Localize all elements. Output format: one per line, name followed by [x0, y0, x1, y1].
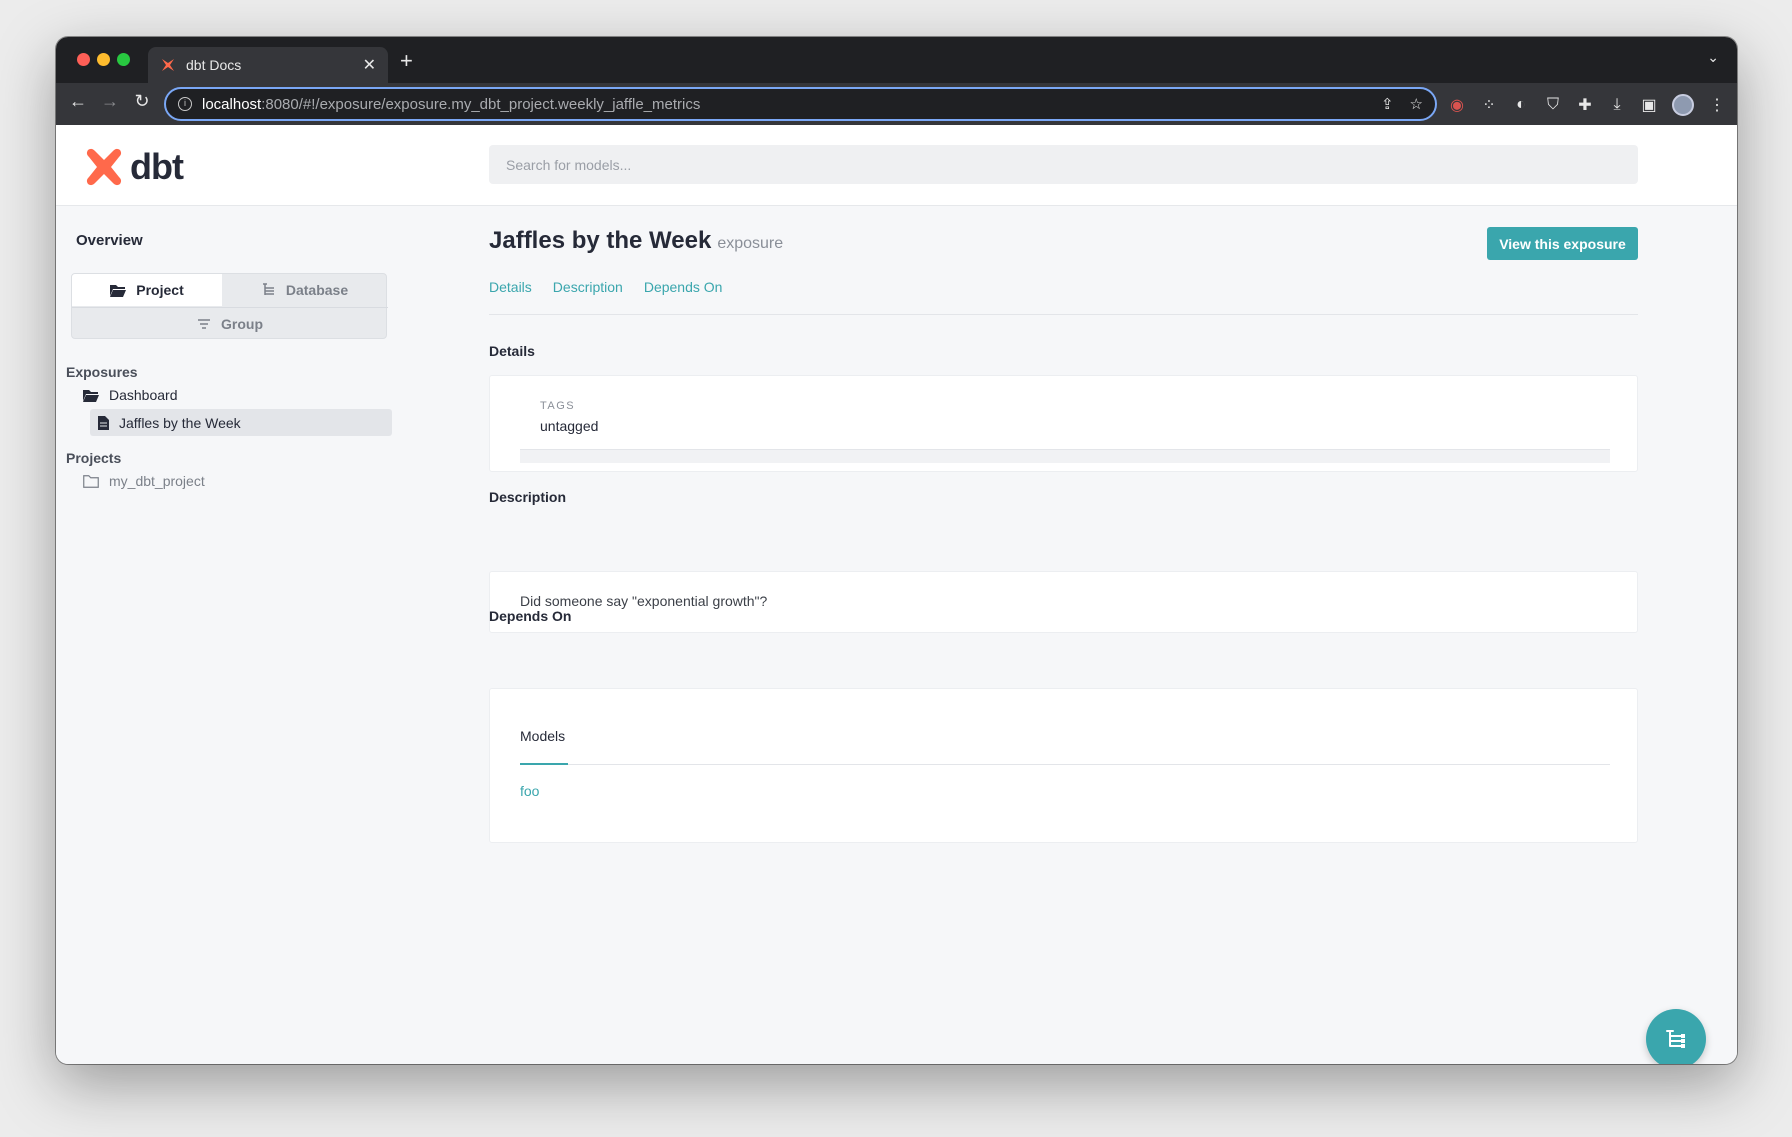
description-heading: Description — [489, 489, 567, 505]
shield-extension-icon[interactable]: ⛉ — [1544, 96, 1562, 114]
lineage-graph-button[interactable] — [1646, 1009, 1706, 1064]
close-window-button[interactable] — [77, 53, 90, 66]
url-host: localhost — [202, 95, 262, 113]
lineage-tree-icon — [1666, 1030, 1685, 1048]
sidepanel-icon[interactable]: ▣ — [1640, 95, 1658, 115]
exposures-heading: Exposures — [66, 364, 138, 380]
sidebar: Overview Project Database Group Exposure… — [56, 206, 456, 1064]
tab-list-chevron-icon[interactable]: ⌄ — [1707, 49, 1719, 66]
description-card: Did someone say "exponential growth"? — [489, 571, 1638, 633]
model-link-foo[interactable]: foo — [520, 783, 539, 799]
tree-icon — [262, 283, 274, 295]
logo-text: dbt — [130, 146, 184, 187]
page-title-row: Jaffles by the Week exposure — [489, 227, 783, 255]
dbt-favicon-icon — [162, 59, 174, 71]
resource-type: exposure — [717, 235, 784, 252]
tab-underline — [520, 764, 1610, 765]
anchor-details[interactable]: Details — [489, 279, 532, 295]
profile-avatar[interactable] — [1672, 94, 1694, 116]
tab-title: dbt Docs — [186, 57, 242, 73]
extensions-area: ◉ ⁘ ◐ ⛉ ✚ ⤓ ▣ ⋮ — [1448, 94, 1726, 116]
section-anchors: Details Description Depends On — [489, 279, 722, 295]
translate-extension-icon[interactable]: ◐ — [1512, 96, 1530, 114]
file-icon — [98, 415, 109, 430]
folder-open-icon — [110, 284, 127, 297]
database-view-button[interactable]: Database — [222, 274, 388, 306]
browser-menu-icon[interactable]: ⋮ — [1708, 95, 1726, 115]
maximize-window-button[interactable] — [117, 53, 130, 66]
browser-tab[interactable]: dbt Docs ✕ — [148, 47, 388, 83]
tree-item-jaffles-by-the-week[interactable]: Jaffles by the Week — [90, 409, 392, 436]
minimize-window-button[interactable] — [97, 53, 110, 66]
tree-folder-label: my_dbt_project — [109, 473, 205, 489]
url-path: :8080/#!/exposure/exposure.my_dbt_projec… — [261, 95, 701, 113]
details-card: TAGS untagged — [489, 375, 1638, 472]
tab-active-indicator — [520, 763, 568, 765]
depends-on-heading: Depends On — [489, 608, 572, 624]
details-footer-bar — [520, 449, 1610, 463]
anchor-description[interactable]: Description — [553, 279, 623, 295]
project-view-label: Project — [136, 282, 184, 298]
details-heading: Details — [489, 343, 535, 359]
bookmark-star-icon[interactable]: ☆ — [1410, 95, 1423, 113]
ublock-extension-icon[interactable]: ◉ — [1448, 95, 1466, 115]
close-tab-icon[interactable]: ✕ — [363, 55, 376, 75]
folder-open-icon — [83, 389, 99, 402]
tags-label: TAGS — [540, 400, 576, 412]
view-switcher: Project Database Group — [71, 273, 388, 339]
tab-strip: dbt Docs ✕ + ⌄ — [56, 37, 1737, 83]
anchor-depends-on[interactable]: Depends On — [644, 279, 723, 295]
tree-folder-dashboard[interactable]: Dashboard — [83, 387, 178, 403]
address-bar[interactable]: i localhost:8080/#!/exposure/exposure.my… — [164, 87, 1437, 121]
main-content: Jaffles by the Week exposure View this e… — [489, 206, 1638, 1064]
extension-icon[interactable]: ⁘ — [1480, 95, 1498, 115]
dbt-logo[interactable]: dbt — [84, 146, 184, 188]
overview-link[interactable]: Overview — [76, 232, 143, 249]
tags-value: untagged — [540, 418, 599, 434]
puzzle-extensions-icon[interactable]: ✚ — [1576, 95, 1594, 115]
page-header: dbt — [56, 125, 1737, 206]
browser-toolbar: ← → ↻ i localhost:8080/#!/exposure/expos… — [56, 83, 1737, 125]
database-view-label: Database — [285, 282, 349, 298]
group-view-label: Group — [221, 315, 263, 332]
back-arrow-icon[interactable]: ← — [66, 91, 90, 112]
divider — [489, 314, 1638, 315]
share-icon[interactable]: ⇪ — [1381, 95, 1394, 113]
tree-item-label: Jaffles by the Week — [119, 414, 241, 431]
projects-heading: Projects — [66, 450, 122, 466]
depends-on-card: Models foo — [489, 688, 1638, 843]
tree-folder-my-dbt-project[interactable]: my_dbt_project — [83, 473, 205, 489]
group-view-button[interactable]: Group — [72, 307, 388, 339]
forward-arrow-icon[interactable]: → — [98, 91, 122, 112]
description-text: Did someone say "exponential growth"? — [520, 593, 768, 609]
project-view-button[interactable]: Project — [72, 274, 222, 306]
site-info-icon[interactable]: i — [178, 97, 192, 111]
reload-icon[interactable]: ↻ — [130, 91, 154, 112]
view-exposure-button[interactable]: View this exposure — [1487, 227, 1638, 260]
folder-icon — [83, 474, 99, 488]
search-input[interactable] — [489, 145, 1638, 184]
download-icon[interactable]: ⤓ — [1608, 96, 1626, 114]
tree-folder-label: Dashboard — [109, 387, 178, 403]
page-title: Jaffles by the Week — [489, 227, 712, 254]
filter-lines-icon — [198, 318, 210, 329]
dbt-docs-page: dbt Overview Project Database Group — [56, 125, 1737, 1064]
new-tab-icon[interactable]: + — [400, 48, 413, 74]
dbt-logo-icon — [86, 148, 122, 186]
tab-models[interactable]: Models — [520, 728, 565, 744]
browser-window: dbt Docs ✕ + ⌄ ← → ↻ i localhost:8080/#!… — [56, 37, 1737, 1064]
